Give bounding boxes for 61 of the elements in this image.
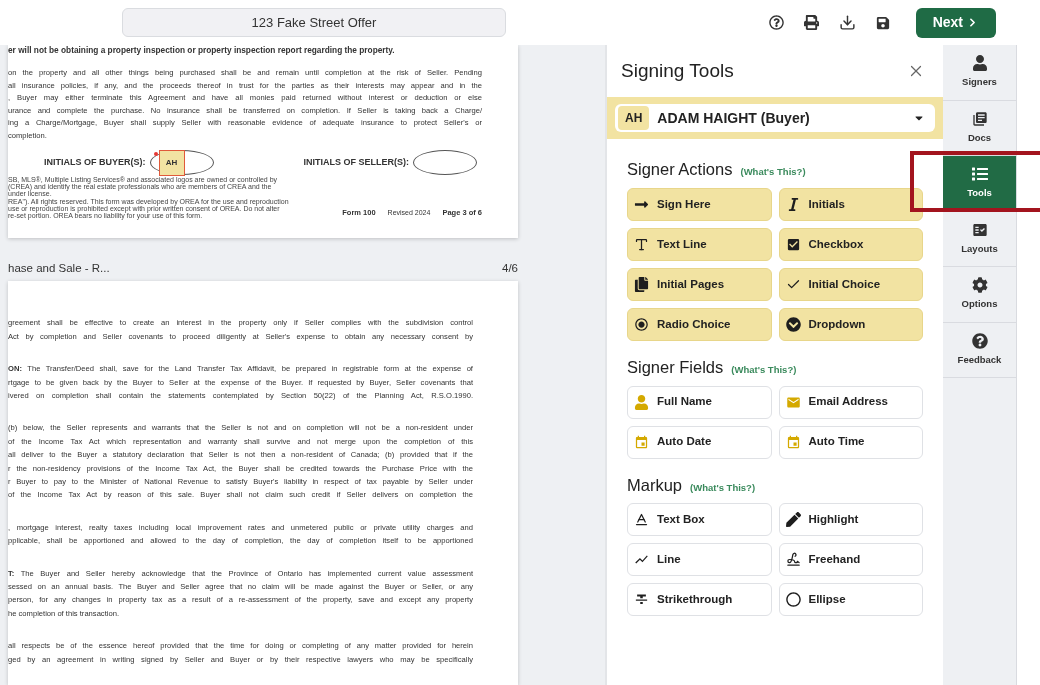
squiggle-icon: [785, 552, 801, 568]
panel-title: Signing Tools: [621, 58, 734, 83]
nav-tab[interactable]: Layouts: [943, 211, 1016, 267]
list-icon: [971, 166, 988, 183]
checklist-icon: [971, 221, 988, 238]
dropdown-icon: [785, 316, 801, 332]
nav-tab[interactable]: Options: [943, 267, 1016, 323]
initials-label: INITIALS OF BUYER(S):: [44, 155, 146, 169]
pen-icon: [785, 512, 801, 528]
save-icon[interactable]: [875, 15, 890, 30]
calendar-icon: [634, 434, 649, 450]
tool-button[interactable]: Radio Choice: [627, 307, 772, 341]
pages-icon: [634, 276, 649, 292]
checkbox-icon: [785, 236, 801, 252]
initials-label: INITIALS OF SELLER(S):: [303, 155, 409, 169]
tool-button[interactable]: Strikethrough: [627, 583, 772, 617]
documents-icon: [971, 110, 988, 127]
document-title-field[interactable]: 123 Fake Street Offer: [122, 8, 506, 37]
section-title: Markup: [627, 474, 683, 496]
tool-button[interactable]: Sign Here: [627, 187, 772, 221]
tool-button[interactable]: Ellipse: [778, 583, 923, 617]
nav-tab[interactable]: Feedback: [943, 322, 1016, 378]
person-icon: [971, 55, 988, 72]
page-heading: er will not be obtaining a property inspection or property inspection report regarding the property.: [8, 45, 396, 55]
help-link[interactable]: (What's This?): [731, 362, 797, 377]
calendar-icon: [785, 434, 801, 450]
tool-button[interactable]: Initials: [778, 187, 923, 221]
tool-button[interactable]: Auto Time: [778, 425, 923, 459]
help-icon: [971, 332, 988, 349]
initials-stamp[interactable]: AH: [158, 150, 185, 176]
nav-tab[interactable]: Signers: [943, 45, 1016, 101]
tool-button[interactable]: Freehand: [778, 543, 923, 577]
tool-button[interactable]: Checkbox: [778, 227, 923, 261]
page-counter: 4/6: [502, 261, 518, 277]
tool-button[interactable]: Email Address: [778, 385, 923, 419]
signer-name: ADAM HAIGHT (Buyer): [657, 108, 810, 128]
section-title: Signer Actions: [627, 159, 733, 180]
text-icon: [634, 236, 649, 252]
help-link[interactable]: (What's This?): [740, 165, 806, 180]
tool-button[interactable]: Initial Choice: [778, 267, 923, 301]
tool-button[interactable]: Auto Date: [627, 425, 772, 459]
tool-button[interactable]: Text Line: [627, 227, 772, 261]
print-icon[interactable]: [803, 15, 819, 30]
person-icon: [634, 394, 649, 410]
tool-button[interactable]: Line: [627, 543, 772, 577]
tool-button[interactable]: Text Box: [627, 503, 772, 537]
signer-initials: AH: [618, 106, 650, 130]
next-button[interactable]: Next: [915, 7, 996, 38]
help-link[interactable]: (What's This?): [690, 480, 756, 495]
tool-button[interactable]: Initial Pages: [627, 267, 772, 301]
text-box-icon: [634, 512, 649, 528]
settings-icon: [971, 277, 988, 294]
signer-select[interactable]: AH ADAM HAIGHT (Buyer): [615, 104, 935, 132]
section-title: Signer Fields: [627, 356, 724, 378]
download-icon[interactable]: [838, 14, 856, 31]
tool-button[interactable]: Dropdown: [778, 307, 923, 341]
help-icon[interactable]: [768, 15, 784, 30]
radio-icon: [634, 316, 649, 332]
tool-button[interactable]: Highlight: [778, 503, 923, 537]
tool-button[interactable]: Full Name: [627, 385, 772, 419]
document-name: hase and Sale - R...: [8, 261, 110, 277]
